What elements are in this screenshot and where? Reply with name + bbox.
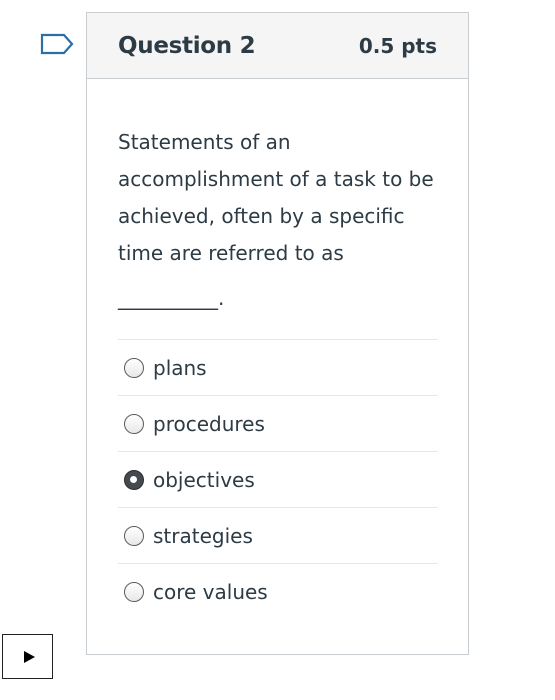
quiz-page: Question 2 0.5 pts Statements of an acco… xyxy=(0,0,555,700)
radio-button-selected[interactable] xyxy=(124,469,144,490)
radio-button[interactable] xyxy=(124,525,144,546)
answer-list: plans procedures objectives strategies c… xyxy=(118,339,438,620)
play-button[interactable] xyxy=(2,634,53,679)
question-text: Statements of an accomplishment of a tas… xyxy=(118,130,434,265)
question-points: 0.5 pts xyxy=(358,33,437,58)
flag-icon[interactable] xyxy=(40,33,74,55)
answer-option-objectives[interactable]: objectives xyxy=(118,452,438,508)
question-card: Question 2 0.5 pts Statements of an acco… xyxy=(86,12,469,655)
answer-option-core-values[interactable]: core values xyxy=(118,564,438,620)
answer-label: plans xyxy=(153,355,207,380)
question-title: Question 2 xyxy=(118,32,256,59)
answer-label: objectives xyxy=(153,467,255,492)
answer-blank: __________. xyxy=(118,286,225,310)
question-body: Statements of an accomplishment of a tas… xyxy=(87,79,468,620)
radio-button[interactable] xyxy=(124,582,144,602)
radio-button[interactable] xyxy=(124,413,144,434)
answer-option-plans[interactable]: plans xyxy=(118,340,438,396)
answer-label: strategies xyxy=(153,523,253,548)
answer-option-procedures[interactable]: procedures xyxy=(118,396,438,452)
answer-label: procedures xyxy=(153,411,265,436)
question-header: Question 2 0.5 pts xyxy=(87,13,468,79)
play-icon xyxy=(23,650,35,663)
answer-option-strategies[interactable]: strategies xyxy=(118,508,438,564)
answer-label: core values xyxy=(153,580,268,604)
radio-button[interactable] xyxy=(124,357,144,378)
